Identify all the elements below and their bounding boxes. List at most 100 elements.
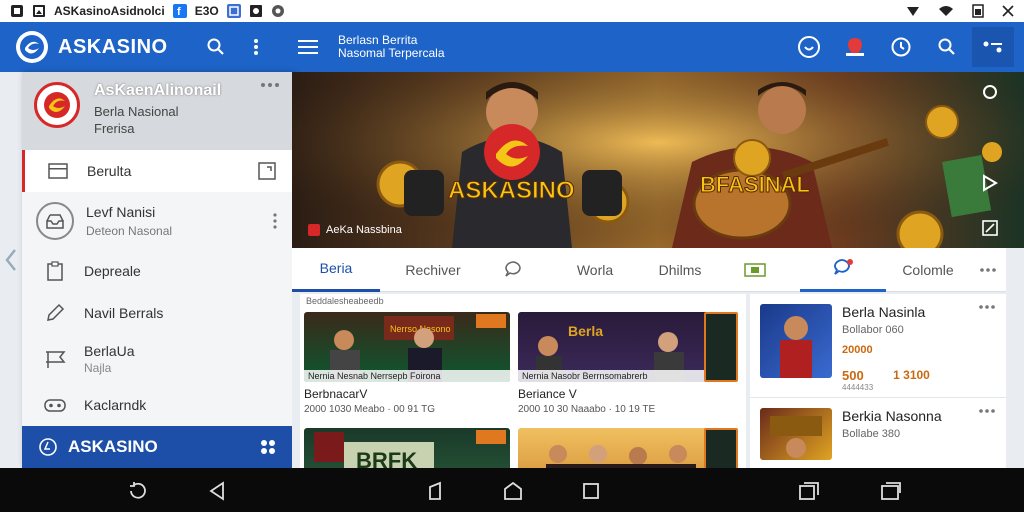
wifi-icon: [938, 5, 954, 17]
side-mini-thumbnail[interactable]: [704, 428, 738, 468]
page-title: Berlasn Berrita Nasomal Terpercala: [338, 34, 445, 60]
recents-icon[interactable]: [580, 480, 602, 502]
sim-icon: [10, 4, 24, 18]
edit-square-icon[interactable]: [982, 220, 998, 236]
news-card[interactable]: [518, 428, 724, 468]
inbox-icon: [36, 202, 74, 240]
back-alt-icon[interactable]: [424, 480, 446, 502]
tab-dhilms[interactable]: Dhilms: [650, 248, 710, 292]
brand-logo-icon: [16, 31, 48, 63]
sidebar-item-label: Navil Berrals: [84, 305, 164, 321]
film-icon: [744, 262, 766, 278]
profile-subtitle: Berla Nasional: [94, 104, 179, 119]
hero-right-badge-text: BFASINAL: [700, 172, 810, 197]
grid-icon[interactable]: [260, 439, 276, 455]
app-bar: ASKASINO Berlasn Berrita Nasomal Terperc…: [0, 22, 1024, 72]
card-title: BerbnacarV: [304, 387, 368, 401]
tab-notifications[interactable]: [800, 248, 886, 292]
sidebar-item-navil-berrals[interactable]: Navil Berrals: [22, 292, 292, 334]
profile-more-icon[interactable]: [260, 82, 280, 88]
item-title: Berkia Nasonna: [842, 408, 942, 424]
close-icon[interactable]: [1002, 5, 1014, 17]
system-navigation-bar: [0, 468, 1024, 512]
back-icon[interactable]: [206, 480, 228, 502]
sidebar-item-depreale[interactable]: Depreale: [22, 250, 292, 292]
main-content: ASKASINO BFASINAL AeKa Nassbina Beria Re…: [292, 72, 1024, 468]
status-app-title: ASKasinoAsidnolci: [54, 4, 165, 18]
item-thumbnail: [760, 408, 832, 460]
news-card[interactable]: BRFK: [304, 428, 510, 468]
card-thumbnail: Berla Nernia Nasobr Berrnsomabrerb: [518, 312, 724, 382]
home-icon[interactable]: [502, 480, 524, 502]
clipboard-icon: [44, 261, 66, 281]
tab-label: Dhilms: [658, 261, 702, 278]
tab-film[interactable]: [710, 248, 800, 292]
sidebar-footer[interactable]: ASKASINO: [22, 426, 292, 468]
chevron-left-icon[interactable]: [0, 240, 22, 280]
sidebar-item-label: Kaclarndk: [84, 397, 147, 413]
card-thumb-label: Nernia Nasobr Berrnsomabrerb: [518, 370, 724, 382]
card-meta: 2000 1030 Meabo · 00 91 TG: [304, 404, 436, 415]
rotate-icon[interactable]: [126, 480, 148, 502]
hero-left-badge-text: ASKASINO: [448, 177, 575, 204]
item-stat-primary-sub: 4444433: [842, 383, 874, 392]
tab-beria[interactable]: Beria: [292, 248, 380, 292]
sidebar-item-berlaua[interactable]: BerlaUa Najla: [22, 334, 292, 384]
item-subtitle: Bollabor 060: [842, 324, 904, 336]
news-card[interactable]: Berla Nernia Nasobr Berrnsomabrerb Beria…: [518, 312, 724, 415]
profile-subtitle-2: Frerisa: [94, 121, 135, 136]
tab-label: Beria: [319, 260, 353, 276]
svg-text:f: f: [177, 6, 181, 18]
brand[interactable]: ASKASINO: [0, 31, 196, 63]
sidebar-item-kaclarndk[interactable]: Kaclarndk: [22, 384, 292, 426]
chat-icon: [502, 260, 524, 280]
hamburger-menu-icon[interactable]: [288, 27, 328, 67]
multi-window-icon[interactable]: [798, 480, 820, 502]
level-card[interactable]: Levf Nanisi Deteon Nasonal: [22, 192, 292, 250]
tab-rechiver[interactable]: Rechiver: [380, 248, 486, 292]
tab-chat[interactable]: [486, 248, 540, 292]
timer-icon[interactable]: [880, 27, 922, 67]
side-mini-thumbnail[interactable]: [704, 312, 738, 382]
news-card[interactable]: Nerrso Nasono Nernia Nesnab Nerrsepb Foi…: [304, 312, 510, 415]
tab-worla[interactable]: Worla: [540, 248, 650, 292]
hero-banner[interactable]: ASKASINO BFASINAL AeKa Nassbina: [292, 72, 1024, 248]
item-more-icon[interactable]: [978, 408, 996, 468]
facebook-icon: f: [172, 4, 187, 18]
item-stat-secondary: 1 3100: [893, 368, 930, 382]
featured-list: Berla Nasinla Bollabor 060 20000 500 444…: [750, 294, 1006, 468]
circle-button-icon[interactable]: [982, 84, 998, 100]
tab-label: Colomle: [902, 261, 954, 278]
item-more-icon[interactable]: [978, 304, 996, 387]
image-icon: [32, 4, 46, 18]
content-grid: Beddalesheabeedb Nerrso Nasono Nernia Ne…: [300, 294, 746, 468]
caption-logo-icon: [308, 224, 320, 236]
card-meta: 2000 10 30 Naaabo · 10 19 TE: [518, 404, 656, 415]
sidebar-item-berulta[interactable]: Berulta: [22, 150, 292, 192]
search-icon[interactable]: [196, 27, 236, 67]
hero-caption-text: AeKa Nassbina: [326, 224, 402, 236]
sidebar-footer-brand: ASKASINO: [68, 437, 158, 456]
location-alert-icon[interactable]: [834, 27, 876, 67]
item-thumbnail: [760, 304, 832, 378]
battery-icon: [972, 4, 984, 18]
play-arrow-icon[interactable]: [982, 174, 998, 192]
status-bar: ASKasinoAsidnolci f E3O: [0, 0, 1024, 22]
more-vert-icon[interactable]: [272, 213, 278, 229]
controller-icon: [44, 397, 66, 413]
list-item[interactable]: Berla Nasinla Bollabor 060 20000 500 444…: [750, 294, 1006, 398]
profile-header[interactable]: AsKaenAlinonail Berla Nasional Frerisa: [22, 72, 292, 150]
window-icon: [226, 4, 241, 18]
account-settings-icon[interactable]: [972, 27, 1014, 67]
split-screen-icon[interactable]: [880, 480, 902, 502]
support-icon[interactable]: [788, 27, 830, 67]
more-vert-icon[interactable]: [236, 27, 276, 67]
tabs-more-icon[interactable]: [970, 248, 1006, 292]
tab-colomle[interactable]: Colomle: [886, 248, 970, 292]
search-icon-right[interactable]: [926, 27, 968, 67]
notification-icon: [831, 258, 855, 278]
open-external-icon[interactable]: [258, 162, 276, 180]
list-item[interactable]: Berkia Nasonna Bollabe 380: [750, 398, 1006, 468]
card2-sign-text: Berla: [568, 323, 603, 339]
status-time: E3O: [194, 4, 219, 18]
